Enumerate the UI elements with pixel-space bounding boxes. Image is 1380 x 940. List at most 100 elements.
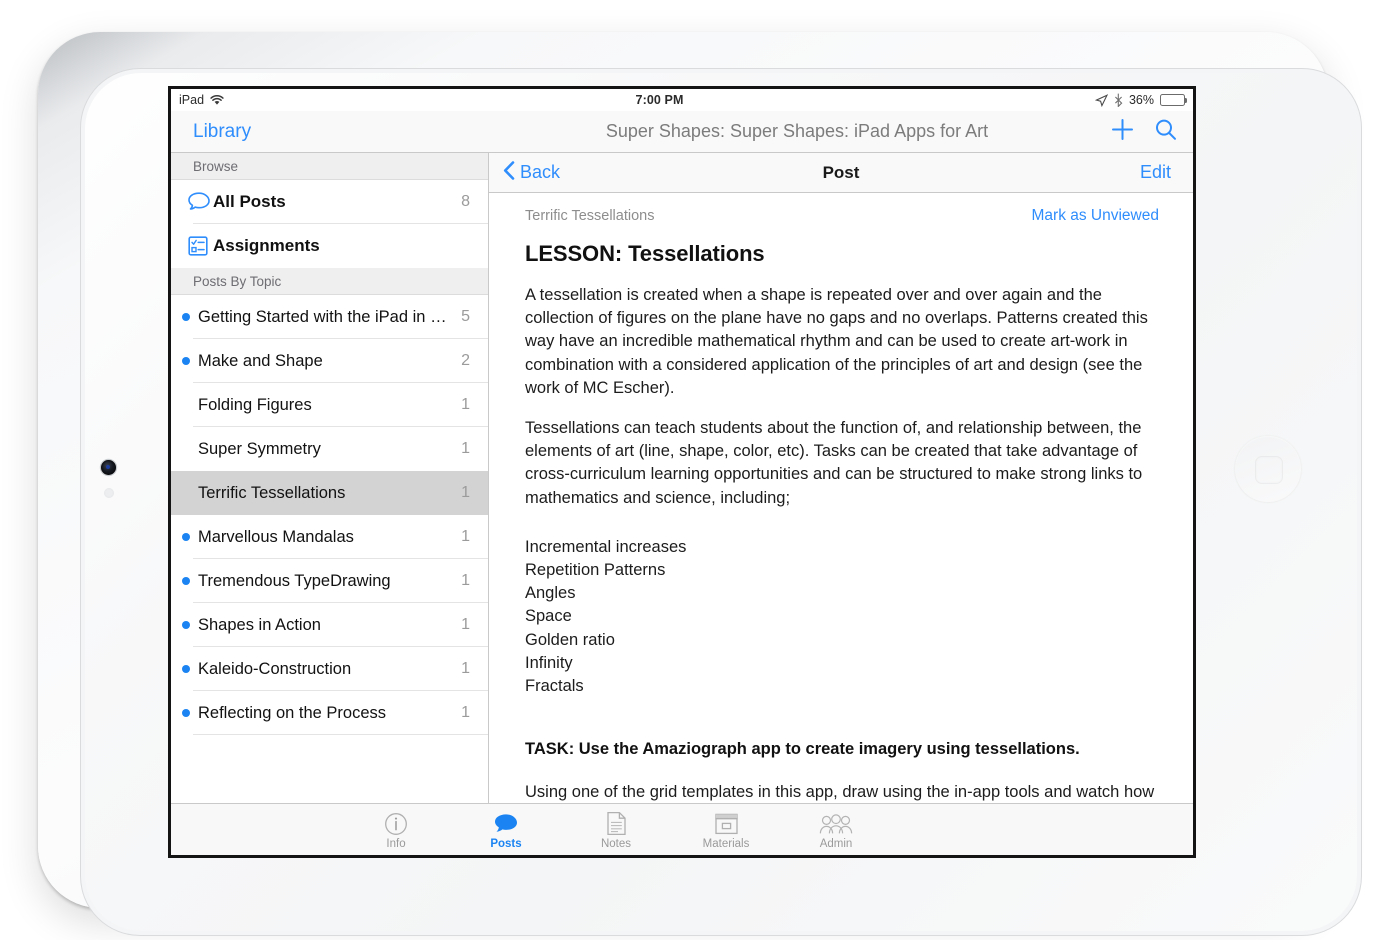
- post-paragraph-3: Using one of the grid templates in this …: [525, 783, 1155, 802]
- post-heading: LESSON: Tessellations: [525, 241, 765, 266]
- concept-list-item: Fractals: [525, 677, 584, 696]
- unread-dot-icon: [182, 665, 190, 673]
- split-view: Browse All Posts 8 Assignments Posts By …: [171, 153, 1193, 803]
- unread-dot-placeholder: [182, 445, 190, 453]
- sidebar-empty-space: [171, 735, 488, 803]
- front-camera-icon: [101, 460, 116, 475]
- post-concept-list: Incremental increases Repetition Patterns…: [525, 536, 1159, 698]
- nav-action-group: [1111, 111, 1177, 153]
- concept-list-item: Repetition Patterns: [525, 561, 666, 580]
- sidebar-item-label: Terrific Tessellations: [198, 483, 346, 502]
- sidebar-item-topic[interactable]: Make and Shape 2: [171, 339, 488, 383]
- sidebar-item-topic[interactable]: Getting Started with the iPad in Vis… 5: [171, 295, 488, 339]
- concept-list-item: Golden ratio: [525, 630, 615, 649]
- unread-dot-icon: [182, 621, 190, 629]
- info-circle-icon: [384, 810, 408, 836]
- topic-list: Getting Started with the iPad in Vis… 5 Ma…: [171, 295, 488, 735]
- concept-list-item: Infinity: [525, 653, 573, 672]
- sidebar-item-label: Marvellous Mandalas: [198, 527, 354, 546]
- tab-materials[interactable]: Materials: [671, 810, 781, 850]
- tab-label: Admin: [819, 837, 853, 850]
- sidebar-item-label: Reflecting on the Process: [198, 703, 387, 722]
- chevron-left-icon: [503, 160, 515, 185]
- status-bar-right: 36%: [1094, 93, 1188, 107]
- unread-dot-icon: [182, 533, 190, 541]
- app-navigation-bar: Library Super Shapes: Super Shapes: iPad…: [171, 111, 1193, 153]
- post-task-line: TASK: Use the Amaziograph app to create …: [525, 740, 1080, 759]
- tab-label: Notes: [600, 837, 632, 850]
- sidebar-item-topic[interactable]: Kaleido-Construction 1: [171, 647, 488, 691]
- sidebar-item-count: 1: [461, 616, 470, 633]
- back-button[interactable]: Back: [489, 160, 561, 185]
- ambient-light-sensor-icon: [104, 488, 114, 498]
- tab-posts[interactable]: Posts: [451, 810, 561, 850]
- sidebar-section-posts-by-topic: Posts By Topic: [171, 268, 488, 295]
- detail-pane: Back Post Edit Terrific Tessellations Ma…: [489, 153, 1193, 803]
- sidebar-item-label: Folding Figures: [198, 395, 312, 414]
- unread-dot-icon: [182, 709, 190, 717]
- unread-dot-placeholder: [182, 401, 190, 409]
- back-button-label: Back: [520, 162, 561, 182]
- battery-percent-label: 36%: [1128, 93, 1154, 107]
- bottom-tab-bar: Info Posts Notes Materials Admin: [171, 803, 1193, 855]
- sidebar-item-topic[interactable]: Folding Figures 1: [171, 383, 488, 427]
- edit-button[interactable]: Edit: [1140, 162, 1171, 183]
- sidebar-item-label: Tremendous TypeDrawing: [198, 571, 391, 590]
- page-title: Super Shapes: Super Shapes: iPad Apps fo…: [605, 121, 989, 141]
- status-bar-clock: 7:00 PM: [635, 93, 684, 107]
- tab-notes[interactable]: Notes: [561, 810, 671, 850]
- sidebar-item-count: 1: [461, 572, 470, 589]
- unread-dot-placeholder: [182, 489, 190, 497]
- sidebar-item-count: 1: [461, 396, 470, 413]
- sidebar-item-label: Shapes in Action: [198, 615, 321, 634]
- sidebar-item-topic[interactable]: Tremendous TypeDrawing 1: [171, 559, 488, 603]
- sidebar-section-browse: Browse: [171, 153, 488, 180]
- sidebar-item-topic[interactable]: Reflecting on the Process 1: [171, 691, 488, 735]
- document-lines-icon: [606, 810, 627, 836]
- sidebar: Browse All Posts 8 Assignments Posts By …: [171, 153, 489, 803]
- library-back-button[interactable]: Library: [171, 121, 489, 143]
- location-arrow-icon: [1094, 93, 1108, 107]
- detail-title: Post: [822, 162, 860, 182]
- post-content-scroll-area[interactable]: Terrific Tessellations Mark as Unviewed …: [489, 193, 1193, 803]
- post-meta-row: Terrific Tessellations Mark as Unviewed: [525, 207, 1159, 225]
- post-paragraph-1: A tessellation is created when a shape i…: [525, 286, 1148, 397]
- sidebar-item-label: Assignments: [213, 236, 320, 255]
- search-icon[interactable]: [1154, 118, 1177, 146]
- sidebar-item-topic[interactable]: Shapes in Action 1: [171, 603, 488, 647]
- sidebar-item-label: Make and Shape: [198, 351, 323, 370]
- tab-admin[interactable]: Admin: [781, 810, 891, 850]
- battery-icon: [1160, 94, 1188, 106]
- mark-as-unviewed-button[interactable]: Mark as Unviewed: [1032, 207, 1160, 225]
- sidebar-item-all-posts[interactable]: All Posts 8: [171, 180, 488, 224]
- sidebar-item-assignments[interactable]: Assignments: [171, 224, 488, 268]
- wifi-icon: [210, 94, 224, 106]
- sidebar-item-label: All Posts: [213, 192, 286, 211]
- sidebar-item-topic[interactable]: Marvellous Mandalas 1: [171, 515, 488, 559]
- tab-info[interactable]: Info: [341, 810, 451, 850]
- device-label: iPad: [179, 93, 205, 107]
- sidebar-item-count: 8: [461, 193, 470, 210]
- sidebar-item-count: 1: [461, 660, 470, 677]
- sidebar-item-label: Getting Started with the iPad in Vis…: [198, 307, 462, 326]
- post-topic-label: Terrific Tessellations: [525, 208, 655, 224]
- tab-label: Posts: [490, 837, 522, 850]
- sidebar-item-topic[interactable]: Super Symmetry 1: [171, 427, 488, 471]
- home-button[interactable]: [1234, 435, 1302, 503]
- unread-dot-icon: [182, 577, 190, 585]
- speech-bubble-icon: [171, 191, 213, 213]
- sidebar-item-label: Super Symmetry: [198, 439, 321, 458]
- speech-bubble-filled-icon: [493, 810, 519, 836]
- sidebar-item-count: 1: [461, 528, 470, 545]
- concept-list-item: Space: [525, 607, 572, 626]
- tab-label: Materials: [702, 837, 750, 850]
- sidebar-item-topic[interactable]: Terrific Tessellations 1: [171, 471, 488, 515]
- archive-box-icon: [714, 810, 739, 836]
- status-bar: iPad 7:00 PM 36%: [171, 89, 1193, 111]
- bluetooth-icon: [1114, 93, 1123, 107]
- plus-icon[interactable]: [1111, 118, 1134, 146]
- sidebar-item-count: 1: [461, 484, 470, 501]
- sidebar-item-label: Kaleido-Construction: [198, 659, 352, 678]
- concept-list-item: Incremental increases: [525, 537, 687, 556]
- concept-list-item: Angles: [525, 584, 576, 603]
